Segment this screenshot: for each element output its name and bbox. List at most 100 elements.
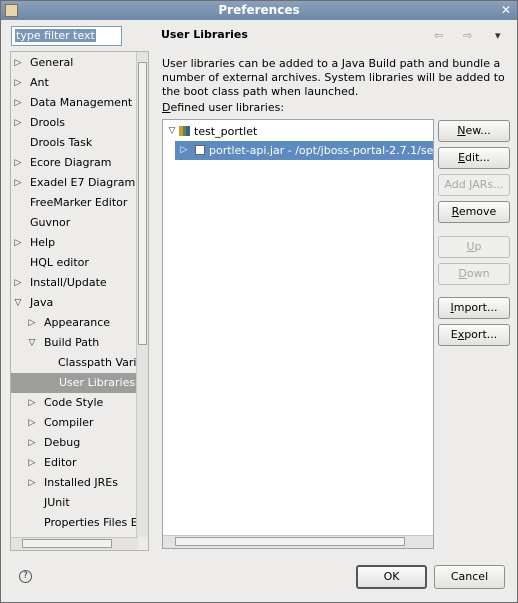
user-libraries-tree[interactable]: ▽ test_portlet ▷ portlet-api.jar - /opt/…	[162, 119, 434, 549]
page-description: User libraries can be added to a Java Bu…	[162, 57, 505, 98]
button-label: ARs...	[472, 178, 504, 191]
expand-icon[interactable]: ▷	[27, 393, 37, 413]
tree-item-label: FreeMarker Editor	[30, 196, 128, 209]
preferences-dialog: Preferences ✕ type filter text Propertie…	[0, 0, 518, 603]
tree-item-label: Editor	[44, 456, 77, 469]
page-title: User Libraries	[161, 28, 248, 41]
down-button[interactable]: Down	[438, 263, 510, 285]
cancel-button[interactable]: Cancel	[434, 565, 505, 589]
expand-icon[interactable]: ▷	[13, 113, 23, 133]
expand-icon[interactable]: ▷	[13, 273, 23, 293]
tree-item-appearance[interactable]: ▷ Appearance	[11, 313, 137, 333]
new-button[interactable]: New...	[438, 120, 510, 142]
import-button[interactable]: Import...	[438, 297, 510, 319]
tree-item-java[interactable]: ▽ Java	[11, 293, 137, 313]
expand-icon[interactable]: ▷	[13, 73, 23, 93]
tree-vertical-scrollbar[interactable]	[136, 52, 148, 537]
tree-item-label: Code Style	[44, 396, 104, 409]
help-icon[interactable]: ?	[19, 570, 32, 583]
library-row[interactable]: ▽ test_portlet	[163, 122, 433, 141]
expand-icon[interactable]: ▷	[27, 313, 37, 333]
tree-item-label: Ecore Diagram	[30, 156, 112, 169]
tree-item-label: HQL editor	[30, 256, 89, 269]
back-icon[interactable]: ⇦	[434, 29, 443, 42]
tree-item-general[interactable]: ▷ General	[11, 53, 137, 73]
jar-icon	[195, 145, 205, 155]
jar-row[interactable]: ▷ portlet-api.jar - /opt/jboss-portal-2.…	[175, 141, 433, 160]
tree-item-classpath-variables[interactable]: Classpath Variables	[11, 353, 148, 373]
tree-item-data-management[interactable]: ▷ Data Management	[11, 93, 137, 113]
tree-item-label: Drools	[30, 116, 65, 129]
tree-item-editor[interactable]: ▷ Editor	[11, 453, 137, 473]
tree-item-label: Installed JREs	[44, 476, 118, 489]
tree-item-label: Exadel E7 Diagram	[30, 176, 136, 189]
expand-icon[interactable]: ▷	[13, 93, 23, 113]
tree-item-drools[interactable]: ▷ Drools	[11, 113, 137, 133]
tree-item-label: Appearance	[44, 316, 111, 329]
filter-input[interactable]: type filter text	[11, 26, 122, 46]
ok-button[interactable]: OK	[356, 565, 427, 589]
tree-item-label: Data Management	[30, 96, 133, 109]
view-menu-icon[interactable]: ▾	[495, 29, 501, 42]
tree-item-build-path[interactable]: ▽ Build Path	[11, 333, 137, 353]
tree-item-label: Help	[30, 236, 56, 249]
button-label: Add	[444, 178, 470, 191]
button-label: p	[474, 240, 482, 253]
button-mnemonic: U	[466, 240, 475, 253]
tree-item-junit[interactable]: JUnit	[11, 493, 137, 513]
tree-item-install-update[interactable]: ▷ Install/Update	[11, 273, 137, 293]
filter-placeholder: type filter text	[15, 29, 96, 42]
pane-sash[interactable]	[150, 23, 154, 551]
scroll-thumb[interactable]	[175, 537, 405, 546]
tree-item-label: Debug	[44, 436, 81, 449]
expand-icon[interactable]: ▷	[179, 141, 189, 160]
jar-label-wrap: portlet-api.jar - /opt/jboss-portal-2.7.…	[195, 141, 433, 160]
expand-icon[interactable]: ▷	[27, 413, 37, 433]
tree-item-debug[interactable]: ▷ Debug	[11, 433, 137, 453]
tree-item-compiler[interactable]: ▷ Compiler	[11, 413, 137, 433]
tree-item-ant[interactable]: ▷ Ant	[11, 73, 137, 93]
expand-icon[interactable]: ▷	[13, 233, 23, 253]
expand-icon[interactable]: ▷	[27, 473, 37, 493]
export-button[interactable]: Export...	[438, 324, 510, 346]
defined-libraries-label: Defined user libraries:	[162, 101, 285, 114]
expand-icon[interactable]: ▷	[13, 173, 23, 193]
tree-item-installed-jres[interactable]: ▷ Installed JREs	[11, 473, 137, 493]
edit-button[interactable]: Edit...	[438, 147, 510, 169]
jar-name: portlet-api.jar - /opt/jboss-portal-2.7.…	[209, 144, 433, 157]
tree-item-help[interactable]: ▷ Help	[11, 233, 137, 253]
tree-horizontal-scrollbar[interactable]	[11, 537, 138, 550]
collapse-icon[interactable]: ▽	[27, 333, 37, 353]
window-title: Preferences	[218, 3, 300, 17]
expand-icon[interactable]: ▷	[27, 453, 37, 473]
forward-icon[interactable]: ⇨	[463, 29, 472, 42]
tree-item-label: Install/Update	[30, 276, 107, 289]
tree-item-user-libraries[interactable]: User Libraries	[11, 373, 137, 393]
tree-item-freemarker-editor[interactable]: FreeMarker Editor	[11, 193, 137, 213]
library-name: test_portlet	[194, 125, 258, 138]
scroll-thumb[interactable]	[22, 539, 112, 548]
expand-icon[interactable]: ▷	[13, 153, 23, 173]
button-mnemonic: D	[458, 267, 467, 280]
close-icon[interactable]: ✕	[499, 3, 513, 17]
expand-icon[interactable]: ▷	[27, 433, 37, 453]
collapse-icon[interactable]: ▽	[13, 293, 23, 313]
tree-item-label: Properties Files Editor	[44, 516, 148, 529]
remove-button[interactable]: Remove	[438, 201, 510, 223]
tree-item-drools-task[interactable]: Drools Task	[11, 133, 137, 153]
tree-item-ecore-diagram[interactable]: ▷ Ecore Diagram	[11, 153, 137, 173]
up-button[interactable]: Up	[438, 236, 510, 258]
collapse-icon[interactable]: ▽	[167, 122, 177, 141]
libraries-horizontal-scrollbar[interactable]	[163, 535, 433, 548]
expand-icon[interactable]: ▷	[13, 53, 23, 73]
tree-item-label: Ant	[30, 76, 49, 89]
preference-tree[interactable]: Properties Files Editor JUnit ▷ Installed J…	[10, 51, 149, 551]
add-jars-button[interactable]: Add JARs...	[438, 174, 510, 196]
tree-item-guvnor[interactable]: Guvnor	[11, 213, 137, 233]
tree-item-exadel-e7-diagram[interactable]: ▷ Exadel E7 Diagram	[11, 173, 137, 193]
tree-item-code-style[interactable]: ▷ Code Style	[11, 393, 137, 413]
scroll-thumb[interactable]	[138, 62, 147, 345]
tree-item-hql-editor[interactable]: HQL editor	[11, 253, 137, 273]
tree-item-properties-files-editor[interactable]: Properties Files Editor	[11, 513, 148, 533]
tree-item-label: Drools Task	[30, 136, 93, 149]
